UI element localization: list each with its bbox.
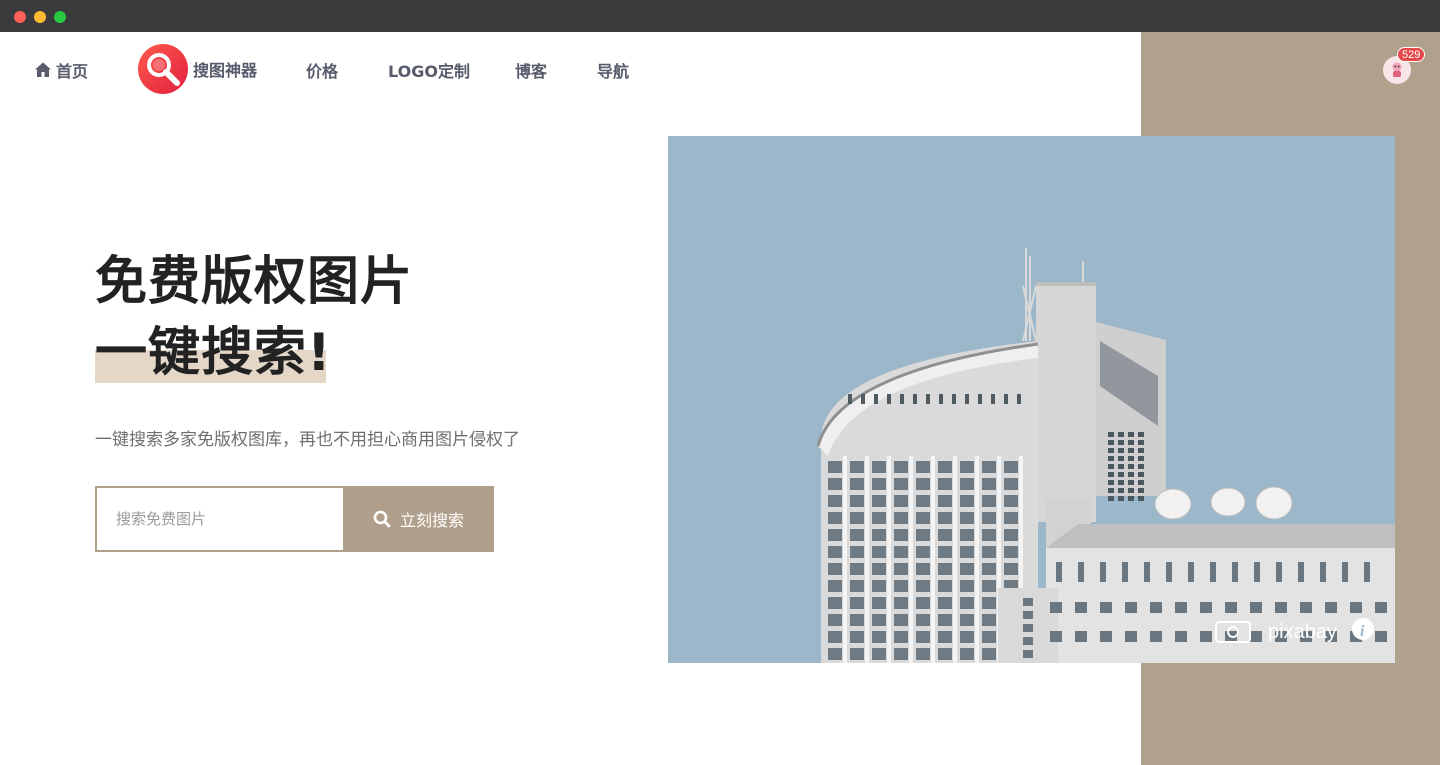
pixabay-text: pixabay — [1268, 621, 1337, 643]
nav-home-label: 首页 — [56, 62, 89, 81]
svg-text:i: i — [1360, 623, 1365, 640]
hero-photo: pixabay i — [668, 136, 1395, 663]
brand-link[interactable]: 搜图神器 — [138, 44, 257, 94]
page-content: 首页 搜图神器 价格 LOGO定制 博客 导航 529 免费版权图片 一键搜索!… — [0, 32, 1440, 765]
search-icon — [373, 510, 391, 528]
search-button-label: 立刻搜索 — [399, 511, 464, 530]
search-box — [95, 486, 345, 552]
nav-home-link[interactable]: 首页 — [34, 59, 88, 81]
brand-label: 搜图神器 — [193, 61, 258, 80]
nav-logo-custom-link[interactable]: LOGO定制 — [388, 59, 470, 81]
hero-title-line2: 一键搜索! — [95, 323, 332, 383]
nav-blog-link[interactable]: 博客 — [515, 59, 547, 81]
top-navigation: 首页 搜图神器 价格 LOGO定制 博客 导航 — [0, 32, 1141, 107]
building-photo: pixabay i — [668, 136, 1395, 663]
hero-subtitle: 一键搜索多家免版权图库，再也不用担心商用图片侵权了 — [95, 430, 520, 450]
maximize-window-button[interactable] — [54, 11, 66, 23]
brand-logo — [138, 44, 188, 94]
home-icon — [35, 62, 51, 77]
nav-guide-link[interactable]: 导航 — [597, 59, 629, 81]
hero-title-line1: 免费版权图片 — [95, 252, 414, 312]
search-button[interactable]: 立刻搜索 — [343, 486, 494, 552]
close-window-button[interactable] — [14, 11, 26, 23]
browser-window: 首页 搜图神器 价格 LOGO定制 博客 导航 529 免费版权图片 一键搜索!… — [0, 0, 1440, 765]
notification-badge: 529 — [1397, 47, 1426, 62]
minimize-window-button[interactable] — [34, 11, 46, 23]
search-input[interactable] — [97, 488, 345, 550]
magnifier-icon — [138, 44, 188, 94]
avatar-character-icon — [1392, 62, 1402, 77]
nav-price-link[interactable]: 价格 — [306, 59, 338, 81]
window-title-bar — [0, 0, 1440, 32]
